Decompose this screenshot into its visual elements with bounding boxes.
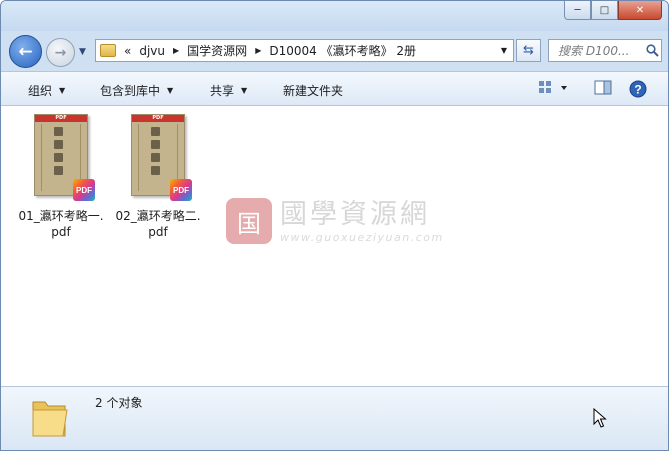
thumb-title-glyphs <box>54 127 64 175</box>
close-button[interactable]: ✕ <box>618 1 662 20</box>
organize-label: 组织 <box>28 84 53 98</box>
address-bar[interactable]: « djvu ▶ 国学资源网 ▶ D10004 《瀛环考略》 2册 ▼ <box>95 39 514 62</box>
new-folder-label: 新建文件夹 <box>283 84 344 98</box>
chevron-right-icon[interactable]: ▶ <box>173 46 179 55</box>
watermark-url: www.guoxueziyuan.com <box>280 230 444 244</box>
back-arrow-icon: ← <box>18 41 33 62</box>
search-icon[interactable] <box>643 44 661 57</box>
forward-arrow-icon: → <box>54 44 67 61</box>
folder-icon <box>32 401 68 437</box>
include-in-library-label: 包含到库中 <box>100 84 161 98</box>
breadcrumb-label: « <box>124 43 132 58</box>
change-view-button[interactable] <box>538 80 568 99</box>
thumb-rule-line <box>138 124 139 191</box>
preview-pane-icon <box>594 80 612 95</box>
command-toolbar: 组织 ▼ 包含到库中 ▼ 共享 ▼ 新建文件夹 ? <box>1 71 668 106</box>
pdf-file-icon: PDF <box>73 179 95 201</box>
preview-pane-button[interactable] <box>594 80 612 99</box>
folder-icon <box>100 44 116 57</box>
window-controls: ─ □ ✕ <box>564 1 662 20</box>
refresh-button[interactable]: ⇆ <box>516 39 541 62</box>
file-list-area[interactable]: PDF PDF 01_瀛环考略一.pdf PDF PDF 02_瀛环考略二.pd… <box>1 106 668 386</box>
explorer-window: ─ □ ✕ ← → ▼ « djvu ▶ 国学资源网 ▶ D10004 《瀛环考… <box>0 0 669 451</box>
watermark-title: 國學資源網 <box>280 198 430 230</box>
view-options-icon <box>539 81 567 93</box>
svg-text:?: ? <box>634 83 641 97</box>
share-menu[interactable]: 共享 ▼ <box>210 82 247 99</box>
search-input[interactable]: 搜索 D100... <box>548 39 662 62</box>
file-item[interactable]: PDF PDF 01_瀛环考略一.pdf <box>15 114 107 240</box>
mouse-cursor-icon <box>593 408 607 428</box>
pdf-file-icon: PDF <box>170 179 192 201</box>
include-in-library-menu[interactable]: 包含到库中 ▼ <box>100 82 173 99</box>
refresh-icon: ⇆ <box>523 43 534 58</box>
item-count: 2 个对象 <box>95 396 143 410</box>
watermark: 国 國學資源網 www.guoxueziyuan.com <box>226 198 444 244</box>
chevron-down-icon[interactable]: ▼ <box>501 46 507 55</box>
help-button[interactable]: ? <box>629 80 647 101</box>
thumb-title-glyphs <box>151 127 161 175</box>
organize-menu[interactable]: 组织 ▼ <box>28 82 65 99</box>
breadcrumb-overflow[interactable]: « <box>124 44 131 58</box>
chevron-right-icon[interactable]: ▶ <box>255 46 261 55</box>
pdf-thumbnail: PDF PDF <box>131 114 192 201</box>
breadcrumb-djvu[interactable]: djvu ▶ <box>139 44 179 58</box>
chevron-down-icon: ▼ <box>241 86 248 95</box>
new-folder-button[interactable]: 新建文件夹 <box>283 82 343 99</box>
navigation-bar: ← → ▼ « djvu ▶ 国学资源网 ▶ D10004 《瀛环考略》 2册 <box>1 33 668 69</box>
breadcrumb-guoxue[interactable]: 国学资源网 ▶ <box>187 42 261 59</box>
chevron-down-icon: ▼ <box>59 86 66 95</box>
chevron-down-icon: ▼ <box>167 86 174 95</box>
back-button[interactable]: ← <box>9 35 42 68</box>
file-name: 02_瀛环考略二.pdf <box>115 209 201 239</box>
recent-locations-dropdown[interactable]: ▼ <box>79 47 86 57</box>
details-pane: 2 个对象 <box>1 386 668 450</box>
seal-logo: 国 <box>226 198 272 244</box>
breadcrumb-label: 国学资源网 <box>187 44 248 58</box>
share-label: 共享 <box>210 84 235 98</box>
thumb-rule-line <box>41 124 42 191</box>
help-icon: ? <box>629 80 647 98</box>
pdf-thumbnail: PDF PDF <box>34 114 95 201</box>
breadcrumb-current-folder[interactable]: D10004 《瀛环考略》 2册 <box>269 42 416 59</box>
title-bar: ─ □ ✕ <box>1 1 668 31</box>
pdf-band-label: PDF <box>132 115 184 122</box>
chevron-down-icon: ▼ <box>79 47 86 57</box>
minimize-button[interactable]: ─ <box>564 1 591 20</box>
file-name: 01_瀛环考略一.pdf <box>18 209 104 239</box>
search-placeholder: 搜索 D100... <box>558 44 630 58</box>
maximize-button[interactable]: □ <box>591 1 618 20</box>
file-item[interactable]: PDF PDF 02_瀛环考略二.pdf <box>112 114 204 240</box>
pdf-band-label: PDF <box>35 115 87 122</box>
breadcrumb-label: D10004 《瀛环考略》 2册 <box>269 44 417 58</box>
breadcrumb-label: djvu <box>139 43 166 58</box>
forward-button[interactable]: → <box>46 38 75 67</box>
watermark-text: 國學資源網 www.guoxueziyuan.com <box>280 199 444 244</box>
